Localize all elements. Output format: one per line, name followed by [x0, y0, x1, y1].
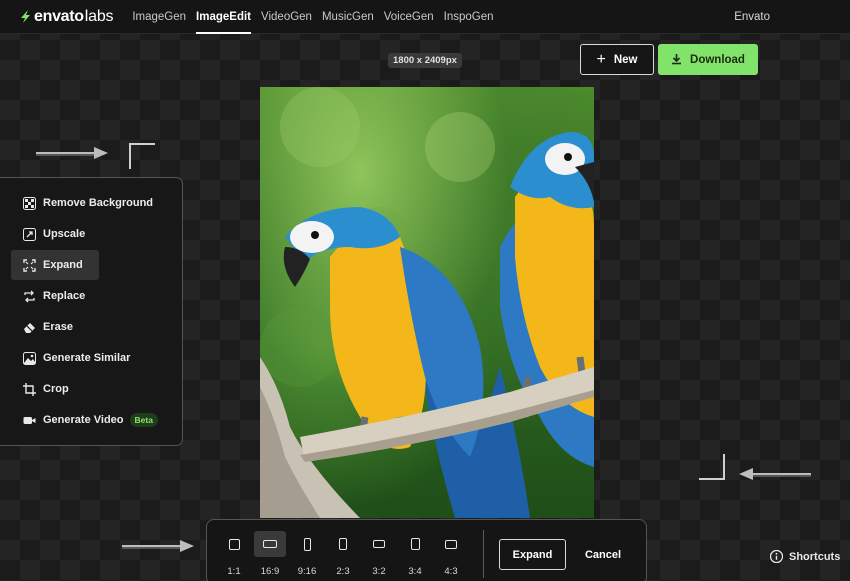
aspect-ratio-1-1[interactable]: 1:1 [218, 531, 250, 577]
tool-label: Generate Video [43, 414, 124, 426]
envato-leaf-icon [21, 10, 30, 23]
tool-replace[interactable]: Replace [11, 281, 99, 311]
upscale-icon [23, 227, 36, 241]
tool-upscale[interactable]: Upscale [11, 219, 99, 249]
aspect-ratio-4-3[interactable]: 4:3 [435, 531, 467, 577]
crop-icon [23, 382, 36, 396]
ratio-landscape-icon [435, 531, 467, 557]
tool-remove-background[interactable]: Remove Background [11, 188, 153, 218]
ratio-label: 4:3 [444, 566, 458, 577]
ratio-label: 2:3 [336, 566, 350, 577]
nav-item-voicegen[interactable]: VoiceGen [379, 0, 439, 34]
logo-suffix-text: labs [84, 7, 114, 25]
envato-labs-logo[interactable]: envato labs [20, 7, 114, 26]
nav-tabs: ImageGen ImageEdit VideoGen MusicGen Voi… [127, 0, 498, 34]
ratio-portrait-icon [399, 531, 431, 557]
ratio-label: 3:2 [372, 566, 386, 577]
tool-label: Expand [43, 259, 83, 271]
checker-icon [23, 196, 36, 210]
download-button[interactable]: Download [658, 44, 758, 75]
ratio-label: 1:1 [227, 566, 241, 577]
expand-corner-top-left [129, 143, 155, 169]
cancel-button[interactable]: Cancel [580, 539, 626, 570]
nav-item-musicgen[interactable]: MusicGen [317, 0, 379, 34]
download-icon [672, 54, 682, 65]
divider [483, 530, 484, 578]
ratio-label: 16:9 [260, 566, 280, 577]
aspect-ratio-2-3[interactable]: 2:3 [327, 531, 359, 577]
top-navigation: envato labs ImageGen ImageEdit VideoGen … [0, 0, 850, 34]
aspect-ratio-9-16[interactable]: 9:16 [291, 531, 323, 577]
tool-label: Remove Background [43, 197, 154, 209]
tool-expand[interactable]: Expand [11, 250, 99, 280]
nav-item-inspogen[interactable]: InspoGen [439, 0, 499, 34]
aspect-ratio-3-2[interactable]: 3:2 [363, 531, 395, 577]
expand-button[interactable]: Expand [499, 539, 566, 570]
tool-label: Generate Similar [43, 352, 131, 364]
arrow-right-icon [36, 147, 108, 159]
aspect-ratio-16-9[interactable]: 16:9 [254, 531, 286, 577]
plus-icon: + [596, 50, 606, 68]
shortcuts-button[interactable]: Shortcuts [770, 550, 840, 563]
aspect-ratio-bar: 1:1 16:9 9:16 2:3 3:2 3:4 4:3 Expand Can… [206, 519, 647, 581]
tool-generate-similar[interactable]: Generate Similar [11, 343, 130, 373]
arrow-left-icon [739, 468, 811, 480]
logo-brand-text: envato [34, 7, 84, 25]
tool-label: Upscale [43, 228, 86, 240]
tool-generate-video[interactable]: Generate Video Beta [11, 405, 158, 435]
edit-tools-panel: Remove Background Upscale Expand Replace… [0, 177, 183, 446]
canvas-image[interactable] [260, 87, 594, 518]
nav-item-videogen[interactable]: VideoGen [256, 0, 317, 34]
ratio-landscape-icon [363, 531, 395, 557]
nav-item-imagegen[interactable]: ImageGen [127, 0, 191, 34]
tool-label: Crop [43, 383, 69, 395]
eraser-icon [24, 322, 35, 333]
video-icon [23, 416, 36, 424]
ratio-portrait-icon [327, 531, 359, 557]
ratio-square-icon [218, 531, 250, 557]
new-button[interactable]: + New [580, 44, 654, 75]
tool-erase[interactable]: Erase [11, 312, 99, 342]
aspect-ratio-3-4[interactable]: 3:4 [399, 531, 431, 577]
nav-item-imageedit[interactable]: ImageEdit [191, 0, 256, 34]
tool-crop[interactable]: Crop [11, 374, 99, 404]
download-button-label: Download [690, 53, 745, 66]
image-icon [23, 351, 36, 365]
info-icon [770, 550, 783, 563]
account-menu[interactable]: Envato [734, 0, 770, 34]
ratio-landscape-icon [254, 531, 286, 557]
image-dimensions-badge: 1800 x 2409px [388, 53, 462, 68]
ratio-label: 9:16 [297, 566, 317, 577]
tool-label: Replace [43, 290, 86, 302]
shortcuts-label: Shortcuts [789, 550, 841, 563]
ratio-portrait-icon [291, 531, 323, 557]
tool-label: Erase [43, 321, 73, 333]
macaw-parrots-illustration [260, 87, 594, 518]
new-button-label: New [613, 53, 638, 66]
expand-corner-bottom-right [699, 454, 725, 480]
replace-icon [24, 290, 35, 302]
ratio-label: 3:4 [408, 566, 422, 577]
beta-badge: Beta [129, 413, 158, 427]
arrow-right-icon [122, 540, 194, 552]
expand-icon [23, 258, 36, 272]
